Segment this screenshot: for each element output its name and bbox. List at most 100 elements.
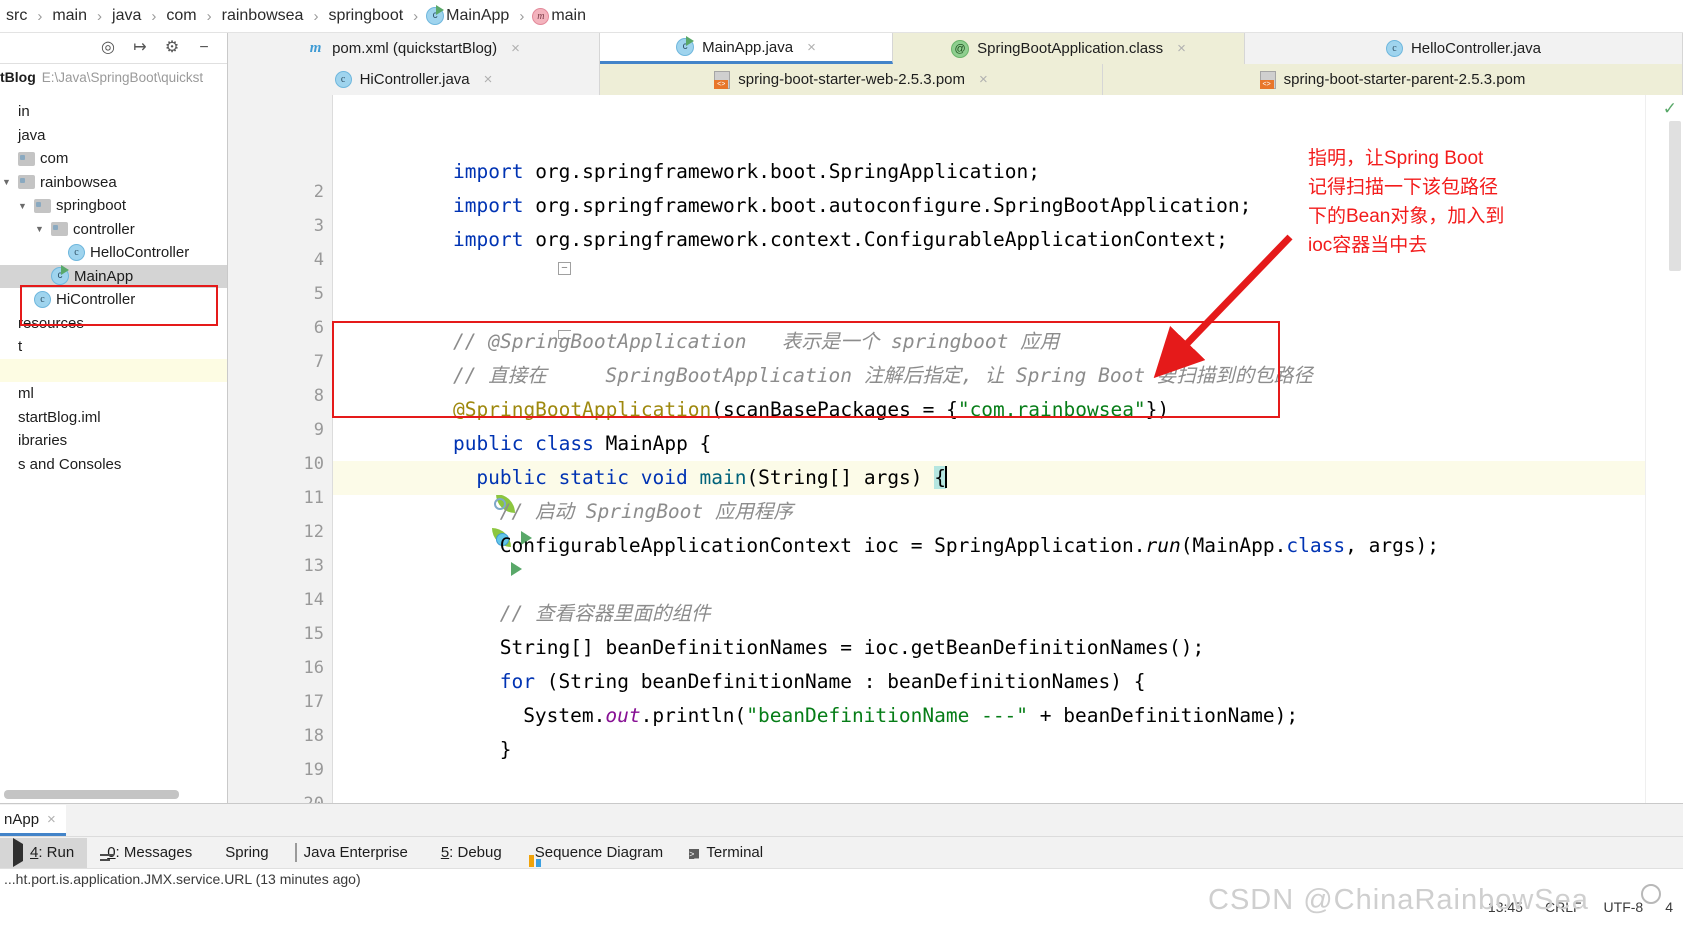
breadcrumb-item-main[interactable]: main xyxy=(48,7,91,25)
line-number: 18 xyxy=(284,726,324,746)
code-line-13[interactable]: public static void main(String[] args) { xyxy=(333,461,1683,495)
close-icon[interactable]: × xyxy=(484,71,493,88)
project-root-row[interactable]: tBlog E:\Java\SpringBoot\quickst xyxy=(0,64,227,90)
tree-node-springboot[interactable]: ▼ springboot xyxy=(0,194,227,218)
tree-node-t[interactable]: t xyxy=(0,335,227,359)
line-number: 15 xyxy=(284,624,324,644)
code-line-20[interactable]: System.out.println("beanDefinitionName -… xyxy=(333,699,1683,733)
tool-window-button-sequence-diagram[interactable]: Sequence Diagram xyxy=(515,838,676,868)
line-number: 5 xyxy=(284,284,324,304)
editor-tab-springbootapplication-class[interactable]: @SpringBootApplication.class× xyxy=(893,33,1245,64)
tree-node-ibraries[interactable]: ibraries xyxy=(0,429,227,453)
close-icon[interactable]: × xyxy=(807,39,816,56)
tool-window-button-debug[interactable]: 5: Debug xyxy=(421,838,515,868)
tree-node-s-and-consoles[interactable]: s and Consoles xyxy=(0,453,227,477)
tree-node-label: ml xyxy=(18,385,34,402)
expand-arrow-icon[interactable]: ▼ xyxy=(0,177,13,187)
close-icon[interactable]: × xyxy=(979,71,988,88)
breadcrumb-item-springboot[interactable]: springboot xyxy=(324,7,407,25)
expand-arrow-icon[interactable]: ▼ xyxy=(33,224,46,234)
tree-node-label: springboot xyxy=(56,197,126,214)
watermark: CSDN @ChinaRainbowSea xyxy=(1208,884,1589,917)
breadcrumb-separator: › xyxy=(31,8,48,25)
editor-tab-row-2: cHiController.java×spring-boot-starter-w… xyxy=(228,64,1683,95)
breadcrumb-item-src[interactable]: src xyxy=(2,7,31,25)
code-line-15[interactable]: ConfigurableApplicationContext ioc = Spr… xyxy=(333,529,1683,563)
locate-icon[interactable]: ◎ xyxy=(99,39,117,57)
maven-m-icon: m xyxy=(307,40,324,57)
tool-window-button-terminal[interactable]: >_Terminal xyxy=(676,838,776,868)
indent-size[interactable]: 4 xyxy=(1665,899,1673,915)
breadcrumb-item-main[interactable]: mmain xyxy=(530,7,590,25)
breadcrumb-item-rainbowsea[interactable]: rainbowsea xyxy=(218,7,308,25)
folder-icon xyxy=(34,199,51,213)
code-line-7[interactable] xyxy=(333,257,1683,291)
breadcrumb-item-java[interactable]: java xyxy=(108,7,145,25)
settings-gear-icon[interactable]: ⚙ xyxy=(163,39,181,57)
tree-node-label: in xyxy=(18,103,30,120)
editor-tab-pom-xml-quickstartblog-[interactable]: mpom.xml (quickstartBlog)× xyxy=(228,33,600,64)
editor-inspection-strip[interactable]: ✓ xyxy=(1645,95,1683,803)
tree-node-hellocontroller[interactable]: cHelloController xyxy=(0,241,227,265)
event-log-icon[interactable] xyxy=(1641,884,1661,904)
tool-window-button-label: Terminal xyxy=(706,844,763,861)
tree-node-com[interactable]: com xyxy=(0,147,227,171)
run-class-icon: c xyxy=(426,7,444,25)
code-line-18[interactable]: String[] beanDefinitionNames = ioc.getBe… xyxy=(333,631,1683,665)
file-encoding[interactable]: UTF-8 xyxy=(1604,899,1644,915)
tree-node-controller[interactable]: ▼controller xyxy=(0,218,227,242)
expand-arrow-icon[interactable]: ▼ xyxy=(16,201,29,211)
tree-node-ml[interactable]: ml xyxy=(0,382,227,406)
tool-window-button-messages[interactable]: 0: Messages xyxy=(87,838,205,868)
breadcrumb-separator: › xyxy=(513,8,530,25)
code-line-2[interactable] xyxy=(333,95,1683,121)
tree-node-startblog-iml[interactable]: startBlog.iml xyxy=(0,406,227,430)
editor-tab-hellocontroller-java[interactable]: cHelloController.java xyxy=(1245,33,1683,64)
code-line-16[interactable] xyxy=(333,563,1683,597)
editor-tab-spring-boot-starter-parent-2-5-3-pom[interactable]: spring-boot-starter-parent-2.5.3.pom xyxy=(1103,64,1683,95)
code-line-21[interactable]: } xyxy=(333,733,1683,767)
tool-window-button-run[interactable]: 4: Run xyxy=(0,838,87,868)
breadcrumb-separator: › xyxy=(307,8,324,25)
code-line-9[interactable]: // @SpringBootApplication 表示是一个 springbo… xyxy=(333,325,1683,359)
code-line-8[interactable] xyxy=(333,291,1683,325)
editor-tab-label: MainApp.java xyxy=(702,39,793,56)
breadcrumb-item-label: com xyxy=(164,7,198,25)
tree-node-in[interactable]: in xyxy=(0,100,227,124)
tree-node-mainapp[interactable]: cMainApp xyxy=(0,265,227,289)
code-line-10[interactable]: // 直接在 SpringBootApplication 注解后指定, 让 Sp… xyxy=(333,359,1683,393)
code-line-11[interactable]: @SpringBootApplication(scanBasePackages … xyxy=(333,393,1683,427)
tool-window-button-java-enterprise[interactable]: Java Enterprise xyxy=(282,838,421,868)
tree-node-label: com xyxy=(40,150,68,167)
close-icon[interactable]: × xyxy=(1177,40,1186,57)
tree-node-java[interactable]: java xyxy=(0,124,227,148)
tree-node-rainbowsea[interactable]: ▼rainbowsea xyxy=(0,171,227,195)
code-line-19[interactable]: for (String beanDefinitionName : beanDef… xyxy=(333,665,1683,699)
line-number: 2 xyxy=(284,182,324,202)
collapse-all-icon[interactable]: ↦ xyxy=(131,39,149,57)
close-icon[interactable]: × xyxy=(47,811,56,828)
editor-tab-hicontroller-java[interactable]: cHiController.java× xyxy=(228,64,600,95)
tree-node-label: MainApp xyxy=(74,268,133,285)
tree-node-hicontroller[interactable]: cHiController xyxy=(0,288,227,312)
tool-window-button-spring[interactable]: Spring xyxy=(205,838,281,868)
editor-tab-mainapp-java[interactable]: cMainApp.java× xyxy=(600,33,893,64)
run-tool-window-tabs: nApp × xyxy=(0,803,1683,836)
project-panel-hscrollbar[interactable] xyxy=(4,790,179,799)
tree-node-blank[interactable] xyxy=(0,359,227,383)
editor-tab-spring-boot-starter-web-2-5-3-pom[interactable]: spring-boot-starter-web-2.5.3.pom× xyxy=(600,64,1103,95)
line-number: 19 xyxy=(284,760,324,780)
run-tab-mainapp[interactable]: nApp × xyxy=(0,805,66,836)
status-message: ...ht.port.is.application.JMX.service.UR… xyxy=(4,871,361,887)
code-line-17[interactable]: // 查看容器里面的组件 xyxy=(333,597,1683,631)
close-icon[interactable]: × xyxy=(511,40,520,57)
breadcrumb-item-com[interactable]: com xyxy=(162,7,200,25)
code-line-14[interactable]: // 启动 SpringBoot 应用程序 xyxy=(333,495,1683,529)
code-line-12[interactable]: public class MainApp { xyxy=(333,427,1683,461)
hide-icon[interactable]: − xyxy=(195,39,213,57)
tree-node-resources[interactable]: resources xyxy=(0,312,227,336)
code-line-22[interactable] xyxy=(333,767,1683,801)
editor-vscrollbar[interactable] xyxy=(1669,121,1681,271)
run-tab-label: nApp xyxy=(4,811,39,828)
breadcrumb-item-mainapp[interactable]: cMainApp xyxy=(424,7,513,25)
